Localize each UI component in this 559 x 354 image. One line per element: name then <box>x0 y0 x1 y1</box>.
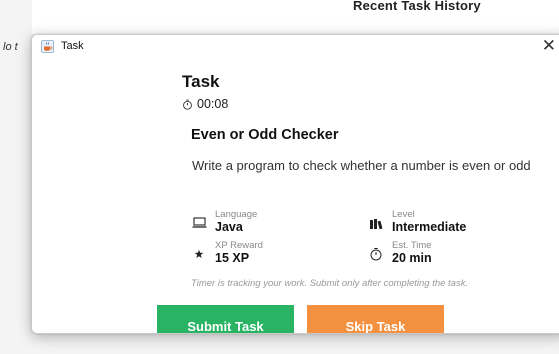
timer-value: 00:08 <box>197 97 229 111</box>
background-heading: Recent Task History <box>353 0 481 13</box>
stopwatch-icon <box>368 246 384 262</box>
language-label: Language <box>215 209 258 220</box>
xp-label: XP Reward <box>215 240 263 251</box>
background-left-text: lo t <box>3 41 18 53</box>
meta-language: Language Java <box>191 209 257 235</box>
time-label: Est. Time <box>392 240 432 251</box>
timer-display: 00:08 <box>182 97 228 111</box>
java-cup-icon <box>41 40 54 53</box>
task-name: Even or Odd Checker <box>191 127 339 143</box>
stopwatch-icon <box>183 99 192 110</box>
language-value: Java <box>215 220 243 234</box>
close-button[interactable]: ✕ <box>542 36 556 56</box>
dialog-content: Task 00:08 Even or Odd Checker Write a p… <box>32 59 559 333</box>
books-icon <box>368 215 384 231</box>
time-value: 20 min <box>392 251 432 265</box>
skip-task-button[interactable]: Skip Task <box>307 305 444 333</box>
desktop: Recent Task History lo t Task ✕ Task 00:… <box>0 0 559 354</box>
task-description: Write a program to check whether a numbe… <box>192 158 531 173</box>
meta-est-time: Est. Time 20 min <box>368 240 432 266</box>
laptop-icon <box>191 215 207 231</box>
submit-task-button[interactable]: Submit Task <box>157 305 294 333</box>
task-dialog: Task ✕ Task 00:08 Even or Odd Checker Wr… <box>31 34 559 334</box>
page-title: Task <box>182 72 220 91</box>
star-icon <box>191 246 207 262</box>
timer-note: Timer is tracking your work. Submit only… <box>191 278 469 289</box>
meta-level: Level Intermediate <box>368 209 466 235</box>
meta-xp-reward: XP Reward 15 XP <box>191 240 263 266</box>
level-value: Intermediate <box>392 220 467 234</box>
xp-value: 15 XP <box>215 251 250 265</box>
window-title: Task <box>61 40 84 52</box>
level-label: Level <box>392 209 415 220</box>
title-bar[interactable]: Task ✕ <box>32 35 559 59</box>
